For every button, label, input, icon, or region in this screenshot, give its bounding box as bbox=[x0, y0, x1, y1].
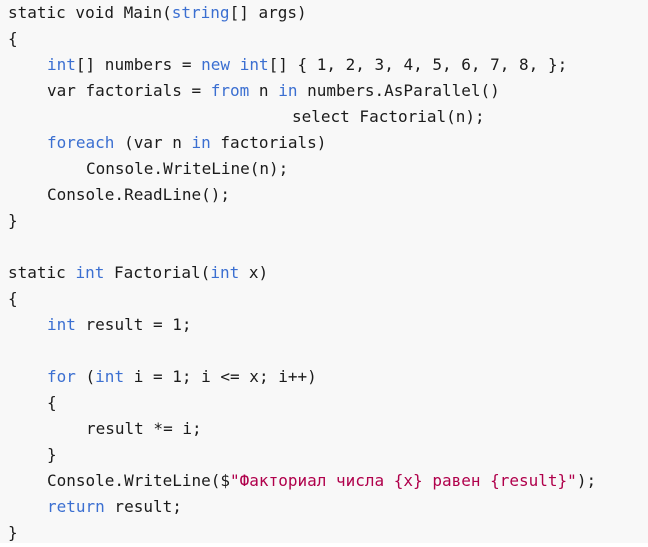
code-text: numbers.AsParallel() bbox=[297, 81, 500, 100]
code-text: } bbox=[47, 445, 57, 464]
code-text: i = 1; i <= x; i++) bbox=[124, 367, 317, 386]
code-text: Console.WriteLine(n); bbox=[86, 159, 289, 178]
code-line: return result; bbox=[8, 495, 648, 521]
code-line: } bbox=[8, 521, 648, 547]
code-line: Console.ReadLine(); bbox=[8, 183, 648, 209]
code-line: Console.WriteLine(n); bbox=[8, 157, 648, 183]
code-text: } bbox=[8, 523, 18, 542]
code-text: static bbox=[8, 263, 76, 282]
code-text: ( bbox=[75, 367, 96, 386]
code-line: static int Factorial(int x) bbox=[8, 261, 648, 287]
code-keyword: new bbox=[201, 55, 231, 74]
code-keyword: string bbox=[171, 3, 230, 22]
code-text: x) bbox=[239, 263, 269, 282]
code-text: { bbox=[8, 289, 18, 308]
code-text: result = 1; bbox=[75, 315, 192, 334]
code-text: factorials) bbox=[210, 133, 327, 152]
code-text: (var n bbox=[114, 133, 192, 152]
code-text: { bbox=[47, 393, 57, 412]
code-text: select Factorial(n); bbox=[292, 107, 485, 126]
code-text: [] args) bbox=[229, 3, 307, 22]
code-keyword: in bbox=[278, 81, 298, 100]
code-line: { bbox=[8, 287, 648, 313]
code-line: for (int i = 1; i <= x; i++) bbox=[8, 365, 648, 391]
code-keyword: int bbox=[47, 315, 76, 334]
code-text: var factorials = bbox=[47, 81, 211, 100]
code-string: "Факториал числа {x} равен {result}" bbox=[230, 471, 577, 490]
code-keyword: int bbox=[75, 263, 105, 282]
code-text: ); bbox=[576, 471, 597, 490]
code-line: { bbox=[8, 391, 648, 417]
code-keyword: int bbox=[210, 263, 240, 282]
code-keyword: int bbox=[95, 367, 125, 386]
code-text: { bbox=[8, 29, 18, 48]
code-line: var factorials = from n in numbers.AsPar… bbox=[8, 79, 648, 105]
code-line: { bbox=[8, 27, 648, 53]
code-text: ( bbox=[162, 3, 172, 22]
code-keyword: int bbox=[239, 55, 269, 74]
code-text: Factorial( bbox=[104, 263, 211, 282]
code-block: static void Main(string[] args){int[] nu… bbox=[0, 0, 648, 543]
code-text: Console.WriteLine($ bbox=[47, 471, 231, 490]
code-text: result; bbox=[104, 497, 182, 516]
code-keyword: foreach bbox=[47, 133, 115, 152]
code-text: [] numbers = bbox=[75, 55, 202, 74]
code-keyword: for bbox=[47, 367, 76, 386]
code-text: } bbox=[8, 211, 18, 230]
code-line: int result = 1; bbox=[8, 313, 648, 339]
code-text: static void bbox=[8, 3, 124, 22]
code-line: result *= i; bbox=[8, 417, 648, 443]
code-text: n bbox=[249, 81, 279, 100]
code-text: result *= i; bbox=[86, 419, 202, 438]
code-line: Console.WriteLine($"Факториал числа {x} … bbox=[8, 469, 648, 495]
code-line: foreach (var n in factorials) bbox=[8, 131, 648, 157]
code-line: } bbox=[8, 209, 648, 235]
code-line: int[] numbers = new int[] { 1, 2, 3, 4, … bbox=[8, 53, 648, 79]
code-line: select Factorial(n); bbox=[8, 105, 648, 131]
code-keyword: int bbox=[47, 55, 76, 74]
code-keyword: return bbox=[47, 497, 105, 516]
code-line: } bbox=[8, 443, 648, 469]
code-line: static void Main(string[] args) bbox=[8, 1, 648, 27]
code-keyword: in bbox=[191, 133, 211, 152]
code-keyword: from bbox=[210, 81, 250, 100]
code-text: Console.ReadLine(); bbox=[47, 185, 231, 204]
code-text: [] { 1, 2, 3, 4, 5, 6, 7, 8, }; bbox=[268, 55, 568, 74]
code-text: Main bbox=[123, 3, 163, 22]
